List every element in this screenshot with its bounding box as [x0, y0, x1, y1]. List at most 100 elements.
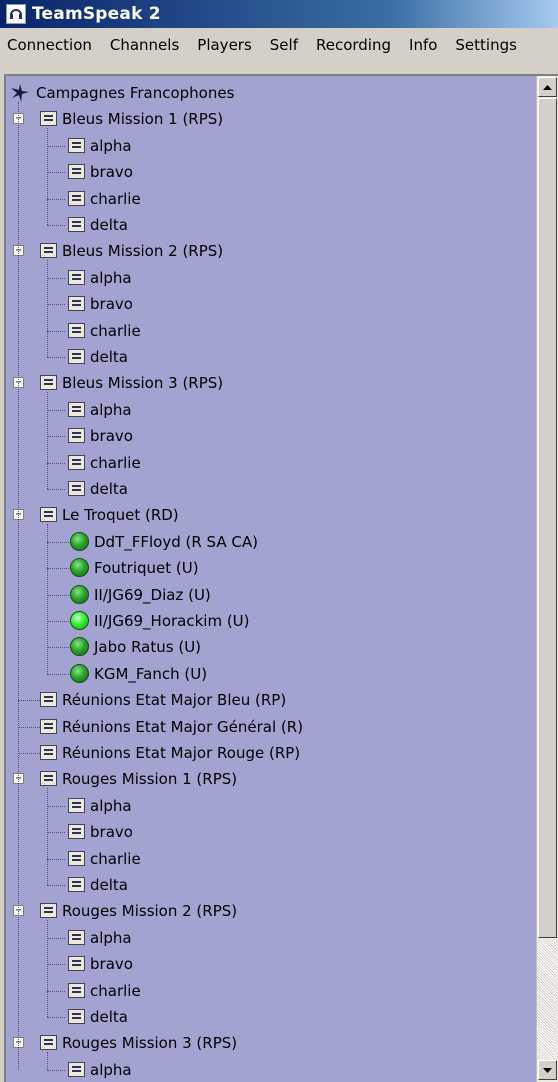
subchannel-row[interactable]: delta — [6, 212, 536, 238]
subchannel-row[interactable]: delta — [6, 1004, 536, 1030]
menu-channels[interactable]: Channels — [101, 31, 188, 59]
subchannel-row[interactable]: charlie — [6, 978, 536, 1004]
subchannel-label: bravo — [90, 163, 133, 182]
channel-row[interactable]: Réunions Etat Major Général (R) — [6, 714, 536, 740]
player-label: KGM_Fanch (U) — [94, 664, 208, 683]
tree-connector — [47, 990, 65, 992]
subchannel-row[interactable]: charlie — [6, 318, 536, 344]
channel-row[interactable]: − Bleus Mission 3 (RPS) — [6, 370, 536, 396]
player-label: Jabo Ratus (U) — [94, 638, 202, 657]
menu-self[interactable]: Self — [261, 31, 307, 59]
subchannel-row[interactable]: bravo — [6, 159, 536, 185]
tree-connector — [47, 145, 65, 147]
channel-label: Bleus Mission 3 (RPS) — [62, 374, 224, 393]
channel-label: Réunions Etat Major Rouge (RP) — [62, 744, 301, 762]
player-icon — [70, 531, 89, 551]
scroll-track[interactable] — [537, 940, 558, 1060]
player-row[interactable]: II/JG69_Horackim (U) — [6, 608, 536, 634]
player-label: II/JG69_Diaz (U) — [94, 585, 211, 604]
tree-connector — [47, 128, 48, 225]
subchannel-row[interactable]: bravo — [6, 951, 536, 977]
subchannel-row[interactable]: bravo — [6, 423, 536, 449]
player-row[interactable]: Jabo Ratus (U) — [6, 634, 536, 660]
subchannel-row[interactable]: alpha — [6, 925, 536, 951]
tree-connector — [47, 304, 65, 306]
subchannel-row[interactable]: alpha — [6, 265, 536, 291]
subchannel-row[interactable]: delta — [6, 476, 536, 502]
channel-row[interactable]: − Rouges Mission 1 (RPS) — [6, 766, 536, 792]
player-label: II/JG69_Horackim (U) — [94, 612, 250, 630]
channel-tree[interactable]: Campagnes Francophones − Bleus Mission 1 … — [6, 76, 536, 1082]
channel-icon — [40, 718, 57, 734]
tree-connector — [18, 753, 40, 754]
menu-settings[interactable]: Settings — [446, 31, 526, 59]
subchannel-row[interactable]: delta — [6, 344, 536, 370]
scroll-thumb[interactable] — [538, 98, 557, 938]
channel-tree-panel: Campagnes Francophones − Bleus Mission 1 … — [4, 74, 558, 1082]
subchannel-label: alpha — [90, 400, 132, 419]
title-bar[interactable]: TeamSpeak 2 — [0, 0, 558, 28]
player-label: DdT_FFloyd (R SA CA) — [94, 532, 258, 551]
subchannel-row[interactable]: delta — [6, 872, 536, 898]
subchannel-label: alpha — [90, 928, 132, 947]
channel-icon — [40, 745, 57, 760]
subchannel-label: charlie — [90, 981, 141, 1000]
channel-label: Rouges Mission 1 (RPS) — [62, 770, 238, 789]
channel-row[interactable]: − Rouges Mission 3 (RPS) — [6, 1030, 536, 1056]
subchannel-label: charlie — [90, 453, 141, 472]
channel-label: Rouges Mission 2 (RPS) — [62, 902, 238, 921]
channel-icon — [40, 903, 57, 919]
menu-recording[interactable]: Recording — [307, 31, 400, 59]
channel-row[interactable]: − Rouges Mission 2 (RPS) — [6, 898, 536, 924]
scroll-up-button[interactable] — [538, 77, 557, 97]
player-row[interactable]: II/JG69_Diaz (U) — [6, 582, 536, 608]
channel-row[interactable]: Réunions Etat Major Bleu (RP) — [6, 687, 536, 713]
channel-label: Bleus Mission 1 (RPS) — [62, 110, 224, 129]
menu-info[interactable]: Info — [400, 31, 446, 59]
tree-connector — [47, 489, 65, 490]
channel-label: Rouges Mission 3 (RPS) — [62, 1034, 238, 1053]
subchannel-row[interactable]: alpha — [6, 1057, 536, 1082]
server-name: Campagnes Francophones — [36, 84, 235, 102]
subchannel-row[interactable]: charlie — [6, 450, 536, 476]
tree-connector — [47, 647, 71, 649]
channel-row[interactable]: − Bleus Mission 2 (RPS) — [6, 238, 536, 264]
subchannel-row[interactable]: bravo — [6, 291, 536, 317]
tree-connector — [47, 788, 48, 885]
channel-icon — [40, 375, 57, 391]
player-row[interactable]: Foutriquet (U) — [6, 555, 536, 581]
subchannel-row[interactable]: alpha — [6, 793, 536, 819]
tree-connector — [47, 357, 65, 358]
channel-row[interactable]: − Le Troquet (RD) — [6, 502, 536, 528]
tree-connector — [47, 594, 71, 596]
menu-players[interactable]: Players — [188, 31, 261, 59]
subchannel-label: bravo — [90, 295, 133, 314]
window-title: TeamSpeak 2 — [32, 4, 161, 24]
subchannel-label: alpha — [90, 268, 132, 287]
subchannel-row[interactable]: bravo — [6, 819, 536, 845]
tree-connector — [47, 673, 71, 675]
subchannel-row[interactable]: alpha — [6, 133, 536, 159]
subchannel-row[interactable]: alpha — [6, 397, 536, 423]
tree-connector — [47, 621, 71, 622]
channel-icon — [68, 877, 85, 892]
subchannel-row[interactable]: charlie — [6, 846, 536, 872]
tree-connector — [47, 436, 65, 438]
subchannel-row[interactable]: charlie — [6, 186, 536, 212]
subchannel-label: bravo — [90, 955, 133, 974]
channel-icon — [68, 1061, 85, 1077]
vertical-scrollbar[interactable] — [536, 76, 558, 1082]
channel-icon — [40, 111, 57, 127]
server-root[interactable]: Campagnes Francophones — [6, 80, 536, 106]
tree-connector — [18, 102, 19, 1070]
channel-row[interactable]: − Bleus Mission 1 (RPS) — [6, 106, 536, 132]
channel-row[interactable]: Réunions Etat Major Rouge (RP) — [6, 740, 536, 766]
scroll-down-button[interactable] — [538, 1060, 557, 1080]
tree-connector — [47, 1069, 65, 1071]
player-label: Foutriquet (U) — [94, 559, 199, 578]
menu-connection[interactable]: Connection — [0, 31, 101, 59]
player-row[interactable]: KGM_Fanch (U) — [6, 661, 536, 687]
tree-connector — [18, 700, 40, 702]
player-row[interactable]: DdT_FFloyd (R SA CA) — [6, 529, 536, 555]
tree-connector — [47, 568, 71, 570]
